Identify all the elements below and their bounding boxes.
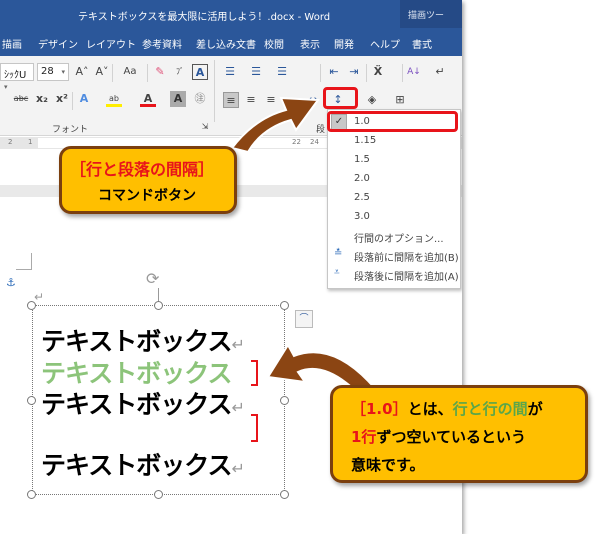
callout-explanation: ［1.0］とは、行と行の間が 1行ずつ空いているという 意味です。 [330, 385, 588, 483]
callout-subtitle: コマンドボタン [98, 188, 196, 204]
explanation-line-1: ［1.0］とは、行と行の間が [351, 400, 543, 418]
callout-line-spacing-command: ［行と段落の間隔］ コマンドボタン [59, 146, 237, 214]
callout-title: ［行と段落の間隔］ [70, 160, 215, 179]
explanation-line-2: 1行ずつ空いているという [351, 428, 526, 446]
arrow-to-line-spacing-button [230, 96, 320, 154]
explanation-line-3: 意味です。 [351, 456, 425, 474]
tab-format[interactable]: 書式 [412, 36, 432, 51]
